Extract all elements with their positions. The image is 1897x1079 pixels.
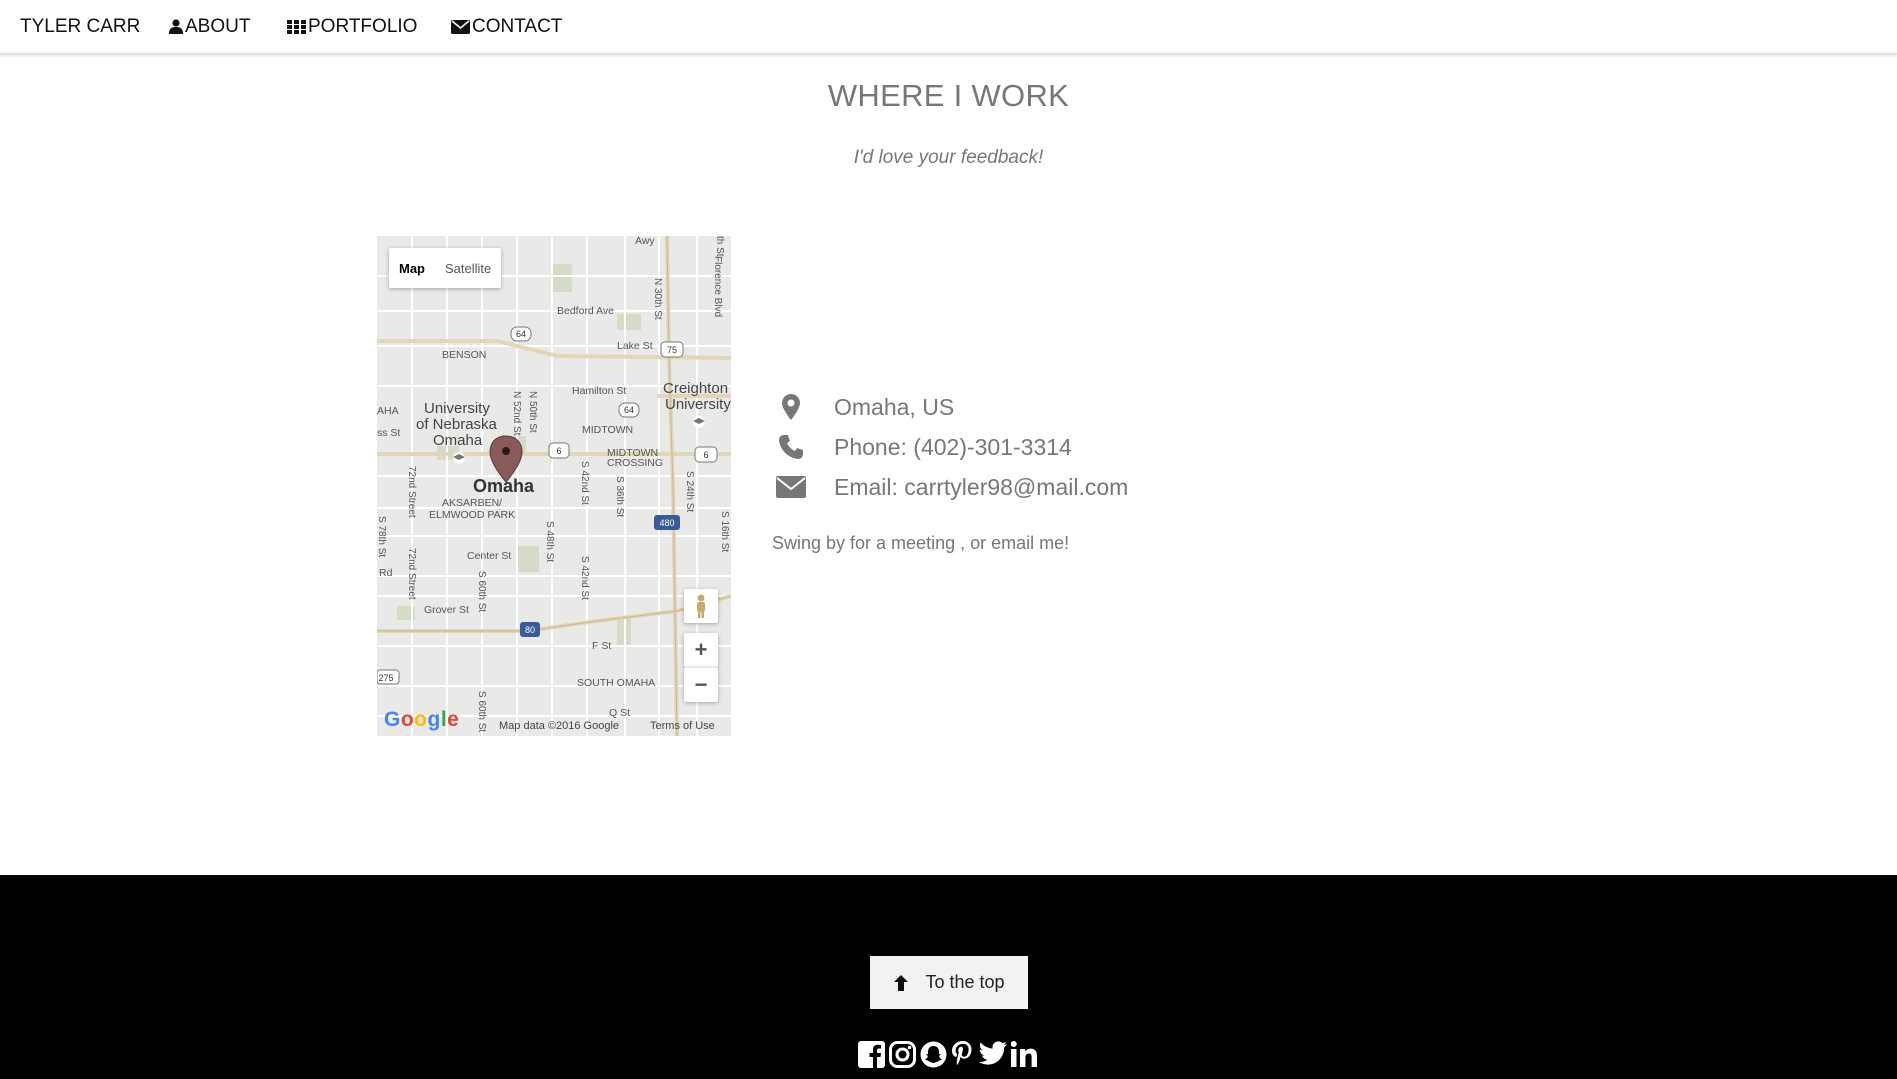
facebook-icon[interactable] (858, 1041, 885, 1068)
map-shield-64b: 64 (624, 405, 634, 415)
user-icon (169, 19, 183, 34)
envelope-icon (776, 476, 806, 498)
map-label-lake: Lake St (617, 340, 653, 352)
nav-contact-label: CONTACT (472, 15, 563, 37)
zoom-in-button[interactable]: + (684, 633, 718, 667)
map-shield-480: 480 (659, 518, 674, 528)
linkedin-icon[interactable] (1011, 1041, 1037, 1068)
map-label-s60a: S 60th St (476, 571, 487, 612)
street-view-pegman-button[interactable] (684, 589, 718, 623)
map-marker-icon (782, 394, 800, 420)
pinterest-icon[interactable] (951, 1041, 975, 1068)
contact-email-row: Email: carrtyler98@mail.com (772, 469, 1128, 505)
map-label-benson: BENSON (442, 349, 486, 361)
map-label-s72a: 72nd Street (406, 466, 417, 518)
map-label-s78: S 78th St (377, 516, 387, 557)
nav-about-link[interactable]: ABOUT (169, 0, 250, 53)
map-type-satellite-button[interactable]: Satellite (435, 248, 501, 288)
snapchat-icon[interactable] (920, 1041, 947, 1068)
envelope-icon (451, 19, 470, 34)
map-label-s36: S 36th St (614, 476, 625, 517)
map-tiles[interactable]: Bedford Ave BENSON Lake St Hamilton St M… (377, 236, 731, 736)
nav-portfolio-link[interactable]: PORTFOLIO (287, 0, 417, 53)
map-label-grover: Grover St (424, 604, 469, 616)
nav-contact-link[interactable]: CONTACT (451, 0, 562, 53)
map-label-sst: ss St (377, 427, 400, 439)
contact-note: Swing by for a meeting , or email me! (772, 533, 1070, 553)
map-label-n52: N 52nd St (511, 391, 522, 436)
map-label-s16: S 16th St (719, 511, 730, 552)
map-label-s48: S 48th St (544, 521, 555, 562)
map-label-bedford: Bedford Ave (557, 305, 614, 317)
map-label-center: Center St (467, 550, 511, 562)
grid-icon (287, 19, 306, 34)
to-top-label: To the top (925, 972, 1005, 992)
social-links (858, 1041, 1037, 1068)
phone-icon (779, 435, 803, 459)
map-label-uno-2: of Nebraska (416, 416, 498, 433)
map-label-s72b: 72nd Street (406, 548, 417, 600)
map-label-uno-1: University (424, 400, 490, 417)
map-shield-6a: 6 (556, 446, 561, 456)
map-footer: Map data ©2016 Google Terms of Use (377, 718, 731, 736)
graduation-icon (453, 452, 465, 464)
map-shield-75: 75 (667, 345, 677, 355)
nav-brand-link[interactable]: TYLER CARR (20, 0, 140, 53)
nav-about-label: ABOUT (185, 15, 251, 37)
map-type-control: Map Satellite (389, 248, 502, 288)
arrow-up-icon (894, 974, 909, 991)
graduation-icon (693, 416, 705, 428)
contact-email[interactable]: Email: carrtyler98@mail.com (834, 474, 1128, 501)
map-label-hamilton: Hamilton St (572, 385, 626, 397)
map-shield-6b: 6 (703, 450, 708, 460)
pegman-icon (697, 594, 705, 618)
map-label-s42b: S 42nd St (579, 556, 590, 600)
map-terms-link[interactable]: Terms of Use (650, 720, 715, 732)
section-title: WHERE I WORK (827, 78, 1070, 113)
map-shield-64a: 64 (516, 329, 526, 339)
map-label-n30: N 30th St (652, 278, 663, 320)
map-label-f: F St (592, 640, 611, 652)
navbar: TYLER CARR ABOUT PORTFOLIO CONTACT (0, 0, 1897, 54)
map-label-rd: Rd (379, 567, 393, 579)
map-label-n50: N 50th St (527, 391, 538, 433)
map-label-n: th St (714, 236, 725, 257)
map-label-s42a: S 42nd St (579, 461, 590, 505)
map-label-creighton-1: Creighton (663, 380, 728, 397)
map-label-wy: Awy (635, 236, 655, 247)
footer: To the top (0, 875, 1897, 1079)
google-map[interactable]: Bedford Ave BENSON Lake St Hamilton St M… (377, 236, 731, 736)
map-label-florence: Florence Blvd (712, 256, 723, 317)
contact-phone-row: Phone: (402)-301-3314 (772, 429, 1072, 465)
to-top-button[interactable]: To the top (870, 956, 1028, 1009)
map-data-credit: Map data ©2016 Google (499, 720, 620, 732)
map-label-midtown: MIDTOWN (582, 424, 633, 436)
zoom-out-button[interactable]: − (684, 667, 718, 702)
map-label-s24: S 24th St (684, 471, 695, 512)
map-shield-80: 80 (525, 625, 535, 635)
twitter-icon[interactable] (979, 1041, 1007, 1068)
contact-location: Omaha, US (834, 393, 955, 420)
map-label-south-omaha: SOUTH OMAHA (577, 677, 655, 689)
nav-portfolio-label: PORTFOLIO (308, 15, 418, 37)
map-label-creighton-2: University (665, 396, 731, 413)
map-label-aksarben-2: ELMWOOD PARK (429, 509, 515, 521)
map-label-aha: AHA (377, 405, 399, 417)
map-shield-275: 275 (378, 673, 393, 683)
map-label-uno-3: Omaha (433, 432, 483, 449)
section-subtitle: I'd love your feedback! (853, 147, 1044, 168)
map-type-map-button[interactable]: Map (389, 248, 435, 288)
instagram-icon[interactable] (889, 1041, 916, 1068)
map-label-midtown-crossing-2: CROSSING (607, 457, 663, 469)
map-label-aksarben-1: AKSARBEN/ (442, 497, 502, 509)
contact-phone: Phone: (402)-301-3314 (834, 433, 1072, 460)
contact-location-row: Omaha, US (772, 389, 954, 425)
